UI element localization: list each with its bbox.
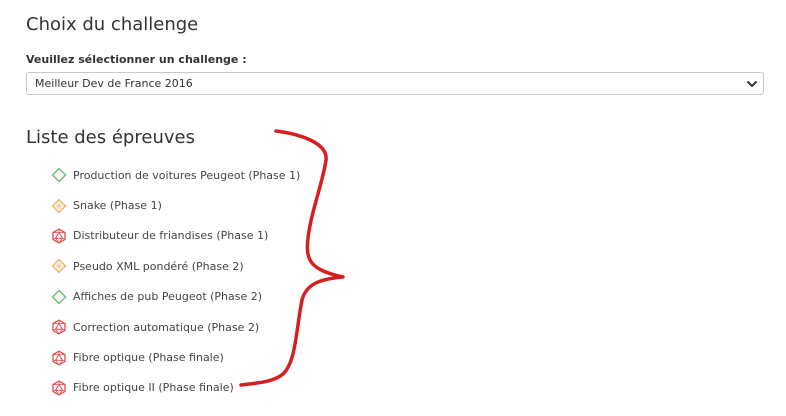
event-label: Snake (Phase 1) — [73, 199, 162, 213]
orange-gem-icon — [51, 198, 67, 213]
event-item[interactable]: Snake (Phase 1) — [51, 190, 300, 220]
event-item[interactable]: Fibre optique II (Phase finale) — [51, 373, 300, 403]
red-polyhedron-icon — [52, 319, 66, 335]
challenge-select-label: Veuillez sélectionner un challenge : — [26, 53, 247, 66]
chevron-down-icon — [747, 81, 757, 87]
red-polyhedron-icon — [52, 228, 66, 244]
page: Choix du challenge Veuillez sélectionner… — [0, 0, 786, 416]
challenge-select-value: Meilleur Dev de France 2016 — [35, 77, 193, 90]
event-label: Correction automatique (Phase 2) — [73, 320, 260, 334]
orange-gem-icon — [51, 259, 67, 274]
event-item[interactable]: Pseudo XML pondéré (Phase 2) — [51, 251, 300, 281]
event-item[interactable]: Affiches de pub Peugeot (Phase 2) — [51, 282, 300, 312]
event-item[interactable]: Production de voitures Peugeot (Phase 1) — [51, 160, 300, 190]
red-polyhedron-icon — [52, 380, 66, 396]
events-list: Production de voitures Peugeot (Phase 1)… — [51, 160, 300, 403]
event-label: Fibre optique II (Phase finale) — [73, 381, 234, 395]
events-title: Liste des épreuves — [26, 127, 195, 148]
diamond-icon — [51, 289, 67, 304]
event-label: Affiches de pub Peugeot (Phase 2) — [73, 290, 263, 304]
event-label: Fibre optique (Phase finale) — [73, 351, 224, 365]
red-polyhedron-icon — [52, 350, 66, 365]
event-item[interactable]: Distributeur de friandises (Phase 1) — [51, 221, 300, 251]
event-label: Pseudo XML pondéré (Phase 2) — [73, 259, 244, 273]
event-label: Production de voitures Peugeot (Phase 1) — [73, 168, 301, 182]
event-item[interactable]: Fibre optique (Phase finale) — [51, 342, 300, 372]
event-item[interactable]: Correction automatique (Phase 2) — [51, 312, 300, 342]
page-title: Choix du challenge — [26, 14, 199, 35]
challenge-select[interactable]: Meilleur Dev de France 2016 — [26, 72, 764, 95]
diamond-icon — [51, 167, 67, 183]
event-label: Distributeur de friandises (Phase 1) — [73, 229, 269, 243]
